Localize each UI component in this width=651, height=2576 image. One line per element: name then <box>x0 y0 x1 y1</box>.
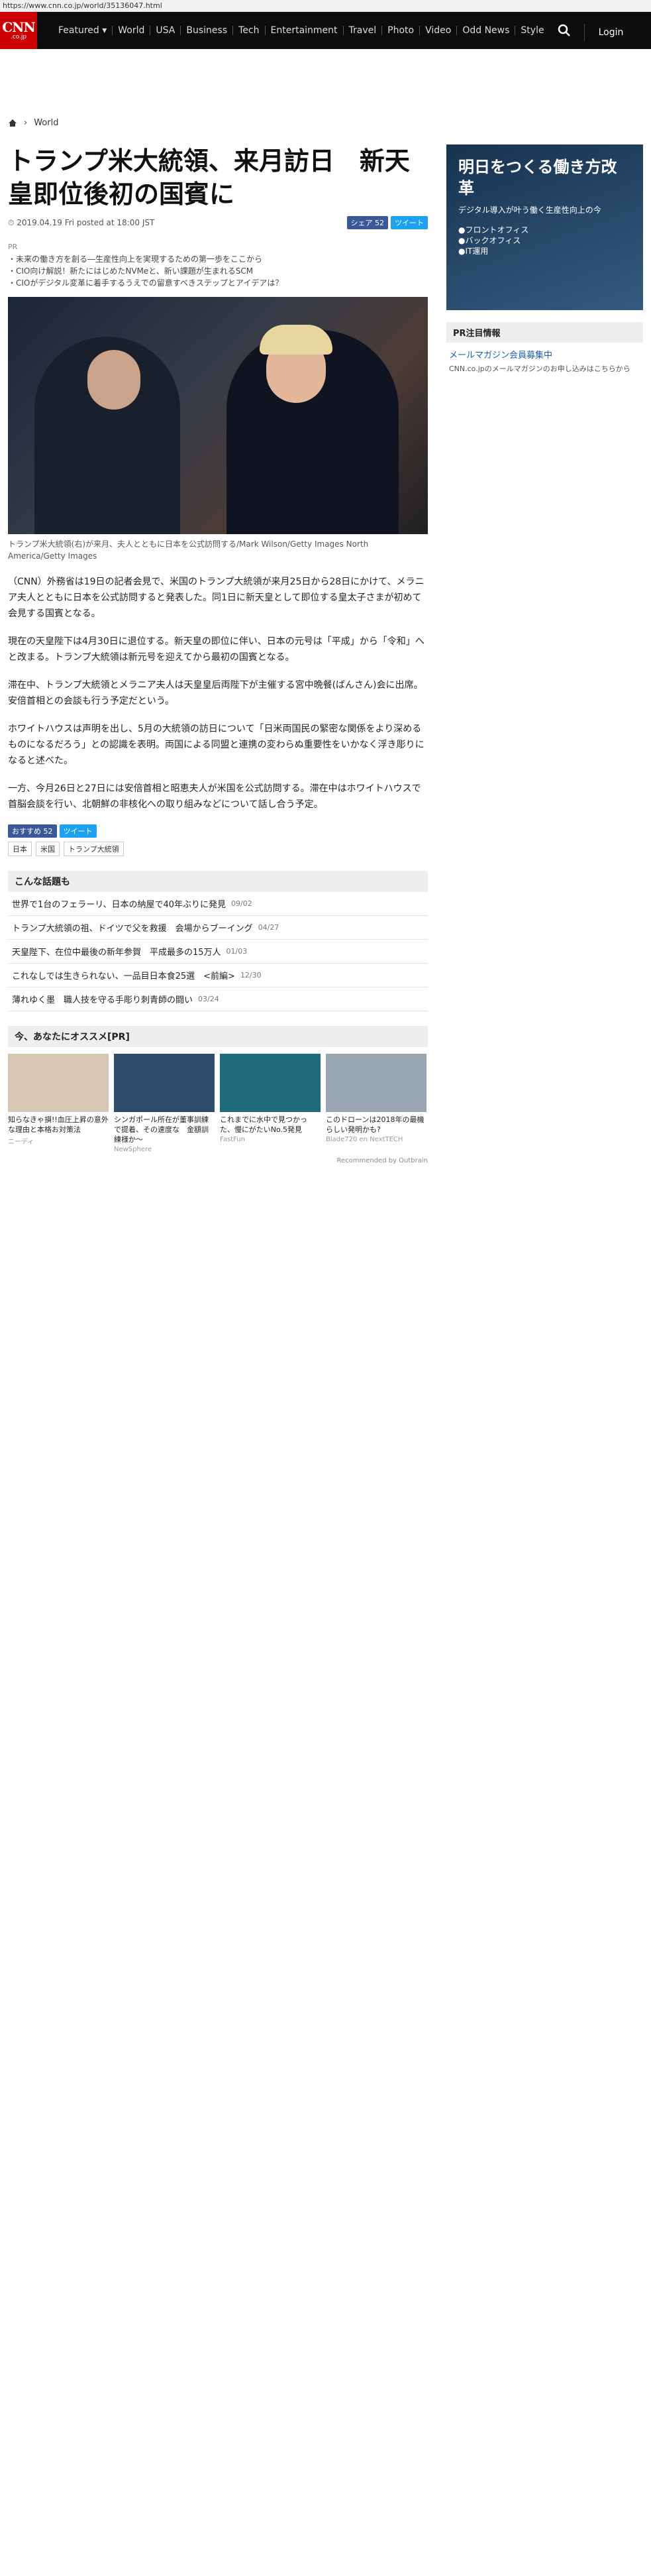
recommend-grid: 知らなきゃ損!!血圧上昇の意外な理由と本格お対策法 ニーディ シンガポール所在が董事… <box>8 1054 428 1153</box>
article-paragraph: 現在の天皇陛下は4月30日に退位する。新天皇の即位に伴い、日本の元号は「平成」か… <box>8 636 425 663</box>
list-item[interactable]: 世界で1台のフェラーリ、日本の納屋で40年ぶりに発見 09/02 <box>8 892 428 916</box>
search-icon[interactable] <box>556 23 572 38</box>
nav-item-5[interactable]: Entertainment <box>266 26 344 35</box>
login-button[interactable]: Login <box>584 24 637 41</box>
popular-list: 世界で1台のフェラーリ、日本の納屋で40年ぶりに発見 09/02 トランプ大統領の祖… <box>8 892 428 1011</box>
nav-item-4[interactable]: Tech <box>233 26 266 35</box>
outbrain-credit[interactable]: Recommended by Outbrain <box>8 1157 428 1164</box>
hero-caption: トランプ米大統領(右)が来月、夫人とともに日本を公式訪問する/Mark Wils… <box>8 539 369 561</box>
pr-tag: PR <box>8 243 18 251</box>
article-paragraph: ホワイトハウスは声明を出し、5月の大統領の訪日について「日米両国民の緊密な関係を… <box>8 724 425 766</box>
ad-title: 明日をつくる働き方改革 <box>458 158 617 197</box>
nav-item-10[interactable]: Style <box>515 26 549 35</box>
logo-domain: .co.jp <box>10 34 27 40</box>
article-date: ⏱ 2019.04.19 Fri posted at 18:00 JST <box>8 217 155 227</box>
twitter-share-button[interactable]: ツイート <box>391 216 428 229</box>
sidebar: 明日をつくる働き方改革 デジタル導入が叶う働く生産性向上の今 ●フロントオフィス… <box>446 144 643 379</box>
article-paragraph: 一方、今月26日と27日には安倍首相と昭恵夫人が米国を公式訪問する。滞在中はホワ… <box>8 783 421 810</box>
pr-links: PR ・未来の働き方を創る―生産性向上を実現するための第一歩をここから ・CIO向… <box>8 241 428 289</box>
home-icon[interactable] <box>8 119 17 127</box>
cnn-logo[interactable]: CNN .co.jp <box>0 12 37 49</box>
nav-item-3[interactable]: Business <box>181 26 234 35</box>
newsletter-text: CNN.co.jpのメールマガジンのお申し込みはこちらから <box>449 364 630 373</box>
list-item[interactable]: 天皇陛下、在位中最後の新年参賀 平成最多の15万人 01/03 <box>8 940 428 964</box>
recommend-card[interactable]: 知らなきゃ損!!血圧上昇の意外な理由と本格お対策法 ニーディ <box>8 1054 109 1153</box>
nav-item-0[interactable]: Featured ▾ <box>53 26 113 35</box>
recommend-card[interactable]: このドローンは2018年の最機らしい発明かも? Blade720 en NextT… <box>326 1054 426 1153</box>
article-tags: 日本 米国 トランプ大統領 <box>0 842 436 856</box>
chevron-right-icon: › <box>24 118 28 128</box>
recommend-card[interactable]: これまでに水中で見つかった、慢にがたいNo.5発見 FastFun <box>220 1054 321 1153</box>
article-title: トランプ米大統領、来月訪日 新天皇即位後初の国賓に <box>8 146 410 209</box>
sidebar-ad[interactable]: 明日をつくる働き方改革 デジタル導入が叶う働く生産性向上の今 ●フロントオフィス… <box>446 144 643 310</box>
list-item[interactable]: これなしでは生きられない、一品目日本食25選 <前編> 12/30 <box>8 964 428 987</box>
list-item[interactable]: 薄れゆく墨 職人技を守る手彫り刺青師の闘い 03/24 <box>8 987 428 1011</box>
top-navigation: CNN .co.jp Featured ▾ World USA Business Tec… <box>0 12 651 49</box>
pr-link[interactable]: ・CIO向け解説！新たにはじめたNVMeと、新い課題が生まれるSCM <box>8 265 428 277</box>
nav-item-6[interactable]: Travel <box>344 26 383 35</box>
recommend-thumb <box>220 1054 321 1112</box>
tag-link[interactable]: 日本 <box>8 842 32 856</box>
pr-section-title: PR注目情報 <box>446 322 643 343</box>
article-meta: ⏱ 2019.04.19 Fri posted at 18:00 JST シェア… <box>0 216 436 229</box>
article-body: （CNN）外務省は19日の記者会見で、米国のトランプ大統領が来月25日から28日… <box>0 574 436 812</box>
popular-title: こんな話題も <box>8 871 428 892</box>
pr-link[interactable]: ・CIOがデジタル変革に着手するうえでの留意すべきステップとアイデアは？ <box>8 277 428 289</box>
ad-item: ●IT運用 <box>458 247 489 256</box>
newsletter-title: メールマガジン会員募集中 <box>449 351 553 361</box>
main-column: トランプ米大統領、来月訪日 新天皇即位後初の国賓に ⏱ 2019.04.19 F… <box>0 144 436 1164</box>
recommend-thumb <box>326 1054 426 1112</box>
nav-item-7[interactable]: Photo <box>382 26 421 35</box>
nav-items: Featured ▾ World USA Business Tech Entertainm… <box>53 26 550 35</box>
ad-item: ●バックオフィス <box>458 236 521 245</box>
nav-item-9[interactable]: Odd News <box>457 26 516 35</box>
tag-link[interactable]: 米国 <box>36 842 60 856</box>
recommend-title: 今、あなたにオススメ[PR] <box>8 1026 428 1047</box>
nav-item-1[interactable]: World <box>113 26 151 35</box>
recommend-thumb <box>114 1054 215 1112</box>
share-buttons: シェア 52 ツイート <box>346 216 428 229</box>
breadcrumb-world[interactable]: World <box>34 118 58 128</box>
nav-item-8[interactable]: Video <box>420 26 458 35</box>
article-share-bottom: おすすめ 52 ツイート <box>0 824 436 838</box>
article-date-text: 2019.04.19 Fri posted at 18:00 JST <box>17 217 155 227</box>
ad-subtitle: デジタル導入が叶う働く生産性向上の今 <box>458 205 601 215</box>
article-paragraph: 滞在中、トランプ大統領とメラニア夫人は天皇皇后両陛下が主催する宮中晩餐(ばんさん… <box>8 680 423 706</box>
pr-link[interactable]: ・未来の働き方を創る―生産性向上を実現するための第一歩をここから <box>8 253 428 265</box>
facebook-share-button[interactable]: シェア 52 <box>346 216 388 229</box>
logo-text: CNN <box>2 19 35 35</box>
breadcrumb: › World <box>8 118 58 128</box>
facebook-recommend-button[interactable]: おすすめ 52 <box>8 824 57 838</box>
tag-link[interactable]: トランプ大統領 <box>64 842 124 856</box>
ad-items: ●フロントオフィス ●バックオフィス ●IT運用 <box>458 225 631 256</box>
url-bar[interactable]: https://www.cnn.co.jp/world/35136047.htm… <box>0 0 651 12</box>
newsletter-promo[interactable]: メールマガジン会員募集中 CNN.co.jpのメールマガジンのお申し込みはこちら… <box>446 343 643 379</box>
recommend-thumb <box>8 1054 109 1112</box>
hero-image <box>8 297 428 534</box>
nav-item-2[interactable]: USA <box>150 26 181 35</box>
twitter-tweet-button[interactable]: ツイート <box>59 824 97 838</box>
article-paragraph: （CNN）外務省は19日の記者会見で、米国のトランプ大統領が来月25日から28日… <box>8 577 425 619</box>
recommend-card[interactable]: シンガポール所在が董事訓練で提着、その速度な 金額訓練様か～ NewSphere <box>114 1054 215 1153</box>
ad-item: ●フロントオフィス <box>458 225 529 235</box>
list-item[interactable]: トランプ大統領の祖、ドイツで父を救援 会場からブーイング 04/27 <box>8 916 428 940</box>
